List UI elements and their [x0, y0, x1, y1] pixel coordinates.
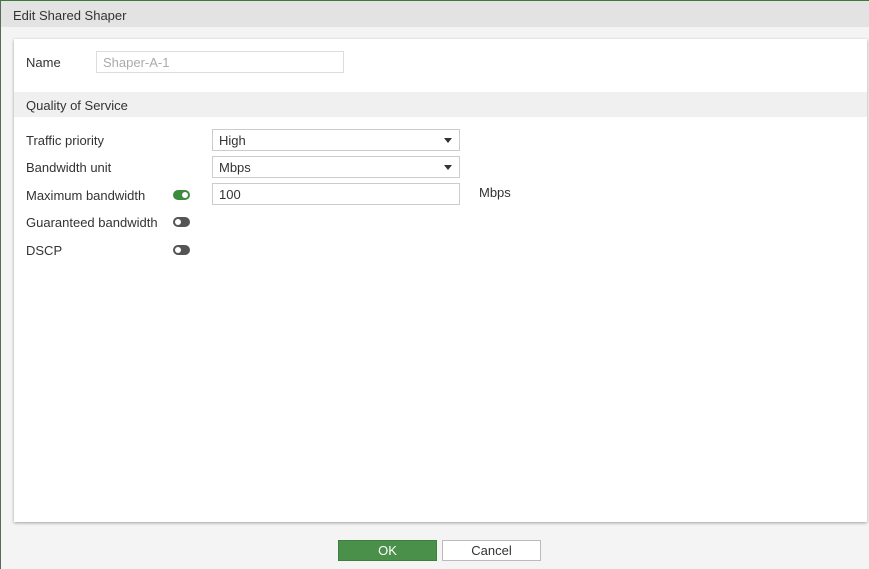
bandwidth-unit-select[interactable]: Mbps: [212, 156, 460, 178]
cancel-button[interactable]: Cancel: [442, 540, 541, 561]
max-bandwidth-unit: Mbps: [479, 185, 511, 200]
name-label: Name: [26, 55, 61, 70]
dscp-label: DSCP: [26, 243, 63, 258]
traffic-priority-select[interactable]: High: [212, 129, 460, 151]
chevron-down-icon: [444, 138, 452, 143]
form-panel: Name Shaper-A-1 Quality of Service Traff…: [14, 39, 867, 522]
max-bandwidth-label: Maximum bandwidth: [26, 188, 146, 203]
traffic-priority-label: Traffic priority: [26, 133, 105, 148]
dialog-title: Edit Shared Shaper: [1, 1, 869, 27]
chevron-down-icon: [444, 165, 452, 170]
guaranteed-bandwidth-toggle[interactable]: [173, 217, 190, 227]
max-bandwidth-input[interactable]: 100: [212, 183, 460, 205]
section-header: Quality of Service: [14, 92, 867, 117]
dscp-toggle[interactable]: [173, 245, 190, 255]
guaranteed-bandwidth-label: Guaranteed bandwidth: [26, 215, 158, 230]
bandwidth-unit-value: Mbps: [219, 160, 251, 175]
max-bandwidth-toggle[interactable]: [173, 190, 190, 200]
ok-button[interactable]: OK: [338, 540, 437, 561]
name-input[interactable]: Shaper-A-1: [96, 51, 344, 73]
bandwidth-unit-label: Bandwidth unit: [26, 160, 112, 175]
traffic-priority-value: High: [219, 133, 246, 148]
